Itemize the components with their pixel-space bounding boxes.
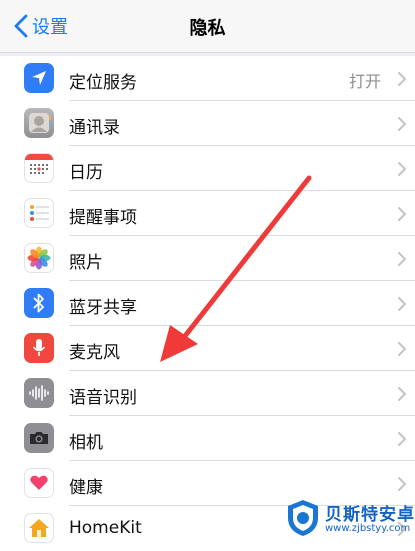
health-heart-icon bbox=[24, 468, 54, 498]
contacts-icon bbox=[24, 108, 54, 138]
location-arrow-icon bbox=[24, 63, 54, 93]
list-item-label: 照片 bbox=[69, 253, 103, 273]
chevron-right-icon bbox=[398, 297, 407, 311]
list-item-label: 健康 bbox=[69, 478, 103, 498]
site-watermark: 贝斯特安卓网 www.zjbstyy.com bbox=[285, 498, 415, 541]
page-title: 隐私 bbox=[189, 18, 226, 39]
watermark-name: 贝斯特安卓网 bbox=[325, 505, 415, 525]
watermark-shield-logo-icon bbox=[288, 500, 318, 536]
list-item-calendar[interactable]: 日历 bbox=[0, 146, 415, 191]
list-item-speech-recognition[interactable]: 语音识别 bbox=[0, 371, 415, 416]
list-item-label: 提醒事项 bbox=[69, 208, 137, 228]
chevron-right-icon bbox=[398, 72, 407, 86]
list-item-bluetooth-sharing[interactable]: 蓝牙共享 bbox=[0, 281, 415, 326]
list-item-label: 定位服务 bbox=[69, 73, 137, 93]
list-item-label: 麦克风 bbox=[69, 343, 120, 363]
chevron-right-icon bbox=[398, 432, 407, 446]
list-item-reminders[interactable]: 提醒事项 bbox=[0, 191, 415, 236]
list-item-photos[interactable]: 照片 bbox=[0, 236, 415, 281]
camera-icon bbox=[24, 423, 54, 453]
list-item-label: 日历 bbox=[69, 163, 103, 183]
list-item-label: 蓝牙共享 bbox=[69, 298, 137, 318]
watermark-url: www.zjbstyy.com bbox=[325, 523, 411, 534]
chevron-right-icon bbox=[398, 117, 407, 131]
bluetooth-icon bbox=[24, 288, 54, 318]
chevron-right-icon bbox=[398, 252, 407, 266]
microphone-icon bbox=[24, 333, 54, 363]
list-item-location-services[interactable]: 定位服务 打开 bbox=[0, 56, 415, 101]
photos-icon bbox=[24, 243, 54, 273]
speech-recognition-icon bbox=[24, 378, 54, 408]
chevron-right-icon bbox=[398, 387, 407, 401]
reminders-icon bbox=[24, 198, 54, 228]
list-item-label: 通讯录 bbox=[69, 118, 120, 138]
list-item-label: 相机 bbox=[69, 433, 103, 453]
list-item-value: 打开 bbox=[348, 72, 381, 91]
list-item-label: 语音识别 bbox=[69, 388, 137, 408]
list-item-label: HomeKit bbox=[69, 518, 142, 538]
calendar-icon bbox=[24, 153, 54, 183]
privacy-list: 定位服务 打开 通讯录 日历 提醒事项 照片 蓝牙共享 麦克风 语音识别 相机 … bbox=[0, 56, 415, 551]
chevron-right-icon bbox=[398, 342, 407, 356]
chevron-right-icon bbox=[398, 207, 407, 221]
chevron-right-icon bbox=[398, 477, 407, 491]
list-item-microphone[interactable]: 麦克风 bbox=[0, 326, 415, 371]
homekit-house-icon bbox=[24, 513, 54, 543]
list-item-camera[interactable]: 相机 bbox=[0, 416, 415, 461]
list-item-contacts[interactable]: 通讯录 bbox=[0, 101, 415, 146]
navigation-bar: 设置 隐私 bbox=[0, 0, 415, 53]
chevron-right-icon bbox=[398, 162, 407, 176]
